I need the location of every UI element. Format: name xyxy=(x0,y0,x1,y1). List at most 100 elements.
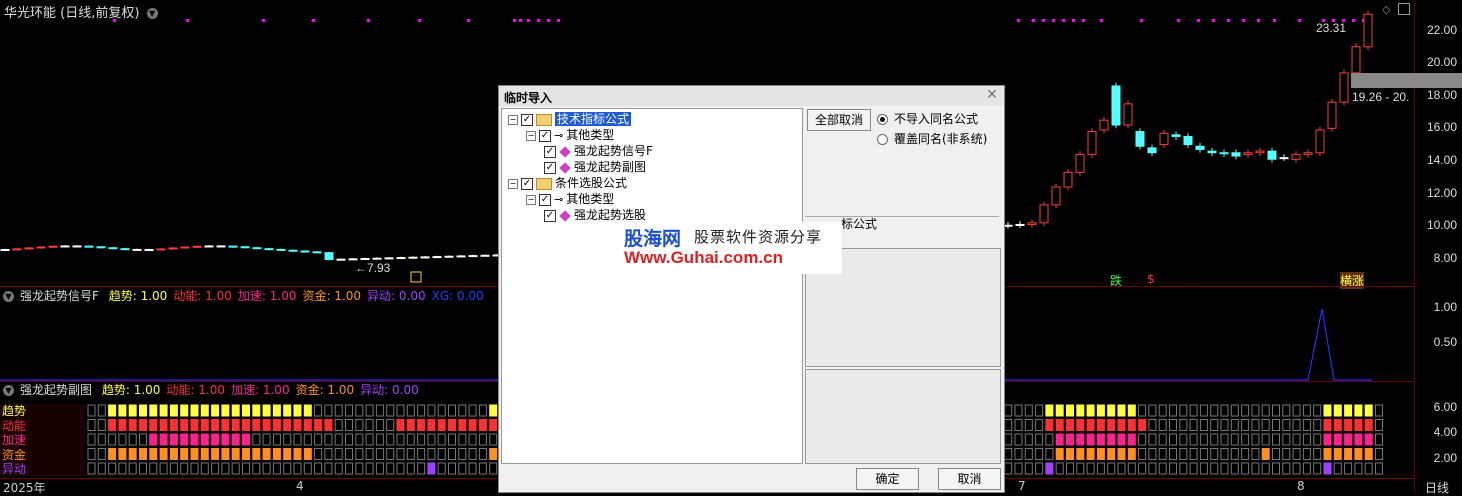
signal-cell xyxy=(128,448,137,460)
signal-cell xyxy=(1004,433,1013,446)
indicator2-value: 资金: 1.00 xyxy=(295,383,355,397)
checkbox-checked[interactable]: ✓ xyxy=(544,145,556,158)
signal-cell xyxy=(1148,404,1157,417)
period-label[interactable]: 日线 xyxy=(1425,479,1449,496)
settings-diamond-icon[interactable]: ◇ xyxy=(1382,3,1390,16)
signal-cell xyxy=(1261,448,1270,460)
signal-dot xyxy=(557,19,560,22)
signal-cell xyxy=(365,462,374,475)
candle-body xyxy=(0,249,10,252)
checkbox-checked[interactable]: ✓ xyxy=(521,113,533,126)
signal-cell xyxy=(1179,448,1188,460)
signal-cell xyxy=(1096,462,1105,475)
indicator2-menu-chevron-icon[interactable]: ▼ xyxy=(3,385,14,396)
formula-description-panel xyxy=(805,369,1001,464)
tree-item[interactable]: − ✓ ⊸ 其他类型 xyxy=(526,191,614,207)
signal-cell xyxy=(1282,462,1291,475)
radio-dot-selected[interactable] xyxy=(877,114,888,125)
signal-cell xyxy=(1086,448,1095,460)
signal-cell xyxy=(1230,404,1239,417)
ok-button[interactable]: 确定 xyxy=(856,468,919,490)
signal-cell xyxy=(1189,462,1198,475)
window-toggle-icon[interactable] xyxy=(1398,3,1410,15)
checkbox-checked[interactable]: ✓ xyxy=(539,193,551,206)
signal-cell xyxy=(468,462,477,475)
collapse-icon[interactable]: − xyxy=(526,194,536,205)
price-tick-label: 12.00 xyxy=(1426,185,1457,200)
signal-cell xyxy=(1344,419,1353,431)
close-icon[interactable]: ✕ xyxy=(984,87,1000,103)
checkbox-checked[interactable]: ✓ xyxy=(544,209,556,222)
signal-cell xyxy=(1210,462,1219,475)
formula-icon xyxy=(559,209,571,222)
signal-cell xyxy=(149,404,158,417)
signal-cell xyxy=(87,462,96,475)
signal-cell xyxy=(1169,448,1177,460)
indicator1-tick-label: 1.00 xyxy=(1433,300,1457,314)
signal-cell xyxy=(1035,433,1044,446)
signal-cell xyxy=(1179,404,1188,417)
checkbox-checked[interactable]: ✓ xyxy=(539,129,551,142)
tree-item[interactable]: ✓ 强龙起势选股 xyxy=(544,207,646,223)
signal-dot xyxy=(1257,19,1260,22)
signal-cell xyxy=(97,433,106,446)
candle-body xyxy=(1099,119,1109,131)
signal-cell xyxy=(1241,433,1250,446)
signal-cell xyxy=(1230,433,1239,446)
signal-cell xyxy=(272,404,281,417)
tree-item-label: 强龙起势信号F xyxy=(574,144,653,158)
indicator1-header: ▼ 强龙起势信号F 趋势: 1.00 动能: 1.00 加速: 1.00 资金: 1.0… xyxy=(0,287,496,305)
cancel-button[interactable]: 取消 xyxy=(938,468,1001,490)
signal-label-dollar: $ xyxy=(1147,272,1155,286)
tree-item[interactable]: − ✓ ⊸ 其他类型 xyxy=(526,127,614,143)
signal-cell xyxy=(1302,448,1311,460)
signal-cell xyxy=(448,462,456,475)
signal-cell xyxy=(1210,448,1219,460)
signal-cell xyxy=(1014,462,1023,475)
formula-tree[interactable]: − ✓ 技术指标公式 − ✓ ⊸ 其他类型 ✓ 强龙起势信号F ✓ 强龙起势副图 − ✓ 条件选股公式 − ✓… xyxy=(501,108,803,464)
collapse-icon[interactable]: − xyxy=(526,130,536,141)
signal-cell xyxy=(190,448,199,460)
candle-body xyxy=(84,245,94,248)
indicator1-tick-label: 0.50 xyxy=(1433,335,1457,349)
signal-cell xyxy=(1055,404,1064,417)
radio-overwrite-same-name[interactable]: 覆盖同名(非系统) xyxy=(877,130,987,147)
radio-dot-unselected[interactable] xyxy=(877,134,888,145)
tree-item-label: 其他类型 xyxy=(566,192,615,206)
collapse-icon[interactable]: − xyxy=(508,178,518,189)
signal-cell xyxy=(242,448,250,460)
signal-cell xyxy=(1241,462,1250,475)
signal-cell xyxy=(468,419,477,431)
signal-cell xyxy=(417,433,426,446)
signal-cell xyxy=(427,404,436,417)
signal-dot xyxy=(1298,19,1301,22)
signal-cell xyxy=(375,419,384,431)
signal-cell xyxy=(1302,404,1311,417)
signal-cell xyxy=(1199,419,1208,431)
deselect-all-button[interactable]: 全部取消 xyxy=(807,109,871,131)
tree-item[interactable]: ✓ 强龙起势副图 xyxy=(544,159,646,175)
signal-cell xyxy=(262,433,271,446)
tree-item[interactable]: − ✓ 条件选股公式 xyxy=(508,175,627,191)
checkbox-checked[interactable]: ✓ xyxy=(544,161,556,174)
signal-dot xyxy=(513,19,516,22)
signal-cell xyxy=(293,462,302,475)
signal-cell xyxy=(149,433,158,446)
indicator2-tick-label: 4.00 xyxy=(1433,425,1457,439)
checkbox-checked[interactable]: ✓ xyxy=(521,177,533,190)
signal-cell xyxy=(386,433,395,446)
signal-cell xyxy=(108,448,117,460)
tree-item[interactable]: ✓ 强龙起势信号F xyxy=(544,143,653,159)
signal-cell xyxy=(211,433,220,446)
tree-item[interactable]: − ✓ 技术指标公式 xyxy=(508,111,632,127)
signal-cell xyxy=(365,419,374,431)
signal-cell xyxy=(139,419,147,431)
range-label: 19.26 - 20. xyxy=(1352,90,1410,104)
radio-no-import-same-name[interactable]: 不导入同名公式 xyxy=(877,110,978,127)
price-tick-label: 14.00 xyxy=(1426,152,1457,167)
candle-body xyxy=(1183,135,1193,146)
signal-cell xyxy=(1024,419,1033,431)
signal-cell xyxy=(324,419,333,431)
collapse-icon[interactable]: − xyxy=(508,114,518,125)
indicator1-menu-chevron-icon[interactable]: ▼ xyxy=(3,291,14,302)
